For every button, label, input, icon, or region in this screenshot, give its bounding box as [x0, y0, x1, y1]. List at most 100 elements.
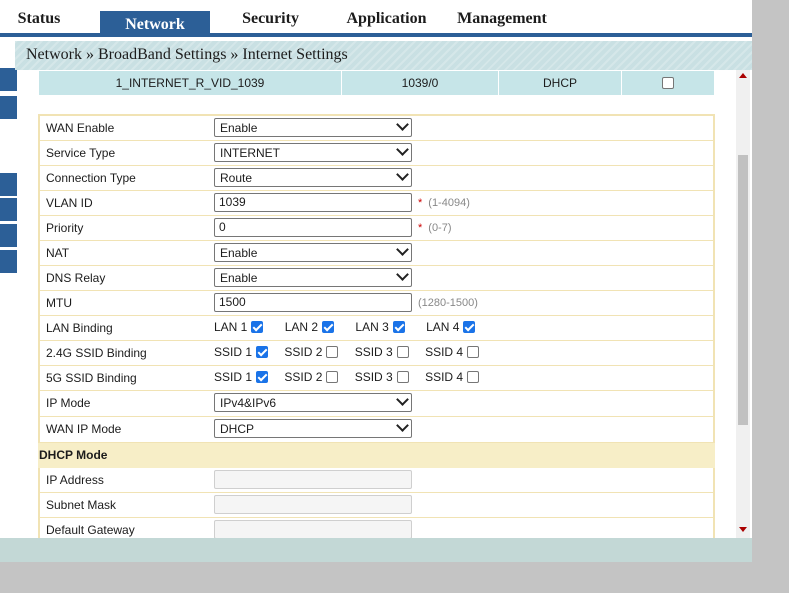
ssid24-4-checkbox[interactable]	[467, 346, 480, 358]
side-menu-item[interactable]	[0, 68, 17, 91]
wan-enable-select[interactable]: Enable	[214, 118, 412, 137]
wan-enable-label: WAN Enable	[46, 121, 115, 135]
chevron-down-icon	[396, 143, 409, 156]
dns-relay-label: DNS Relay	[46, 271, 106, 285]
side-menu-item[interactable]	[0, 224, 17, 247]
ssid5-4-option: SSID 4	[425, 370, 480, 384]
chevron-down-icon	[396, 243, 409, 256]
lan-1-option: LAN 1	[214, 320, 264, 334]
priority-hint: * (0-7)	[418, 222, 452, 234]
chevron-down-icon	[396, 393, 409, 406]
ssid24-3-checkbox[interactable]	[396, 346, 409, 358]
wan-ip-mode-cell: DHCP	[498, 70, 622, 96]
row-select-checkbox[interactable]	[662, 77, 674, 89]
ssid5-2-checkbox[interactable]	[326, 371, 339, 383]
ssid5-3-option: SSID 3	[355, 370, 409, 384]
ssid5-2-label: SSID 2	[284, 370, 323, 384]
chevron-down-icon	[396, 268, 409, 281]
side-menu-item[interactable]	[0, 250, 17, 273]
mtu-row: MTU 1500 (1280-1500)	[40, 291, 713, 316]
footer-bar	[0, 538, 752, 562]
breadcrumb: Network » BroadBand Settings » Internet …	[26, 46, 348, 63]
connection-type-label: Connection Type	[46, 171, 136, 185]
ip-address-row: IP Address	[40, 468, 713, 493]
wan-enable-row: WAN Enable Enable	[40, 116, 713, 141]
tab-security[interactable]: Security	[228, 8, 313, 37]
wan-settings-form: WAN Enable Enable Service Type INTERNET …	[38, 114, 715, 538]
scroll-down-arrow-icon[interactable]	[739, 527, 747, 532]
ip-address-field	[214, 470, 412, 489]
priority-range: (0-7)	[428, 222, 452, 234]
ssid5-3-checkbox[interactable]	[396, 371, 409, 383]
nat-row: NAT Enable	[40, 241, 713, 266]
top-navigation: Status Network Security Application Mana…	[0, 0, 752, 37]
side-menu-item[interactable]	[0, 173, 17, 196]
lan-4-checkbox[interactable]	[463, 321, 476, 333]
lan-1-checkbox[interactable]	[251, 321, 264, 333]
ssid24-2-option: SSID 2	[284, 345, 339, 359]
wan-name-cell: 1_INTERNET_R_VID_1039	[38, 70, 342, 96]
subnet-mask-label: Subnet Mask	[46, 498, 117, 512]
ssid24-binding-row: 2.4G SSID Binding SSID 1 SSID 2 SSID 3 S…	[40, 341, 713, 366]
chevron-down-icon	[396, 168, 409, 181]
vlan-id-range: (1-4094)	[428, 197, 470, 209]
scrollbar-thumb[interactable]	[738, 155, 748, 425]
side-menu-item[interactable]	[0, 198, 17, 221]
default-gateway-row: Default Gateway	[40, 518, 713, 538]
lan-2-checkbox[interactable]	[322, 321, 335, 333]
ssid5-4-label: SSID 4	[425, 370, 464, 384]
nat-select[interactable]: Enable	[214, 243, 412, 262]
dns-relay-value: Enable	[220, 271, 258, 285]
vlan-id-input[interactable]: 1039	[214, 193, 412, 212]
ssid5-1-checkbox[interactable]	[256, 371, 269, 383]
vlan-id-label: VLAN ID	[46, 196, 93, 210]
lan-3-option: LAN 3	[355, 320, 405, 334]
connection-type-row: Connection Type Route	[40, 166, 713, 191]
ssid24-1-checkbox[interactable]	[256, 346, 269, 358]
lan-4-option: LAN 4	[426, 320, 476, 334]
table-row[interactable]: 1_INTERNET_R_VID_1039 1039/0 DHCP	[38, 70, 715, 96]
wan-connection-table: 1_INTERNET_R_VID_1039 1039/0 DHCP	[38, 70, 715, 96]
default-gateway-field	[214, 520, 412, 538]
ssid24-binding-label: 2.4G SSID Binding	[46, 346, 147, 360]
vlan-id-hint: * (1-4094)	[418, 197, 470, 209]
tab-network[interactable]: Network	[100, 11, 210, 37]
mtu-label: MTU	[46, 296, 72, 310]
mtu-input[interactable]: 1500	[214, 293, 412, 312]
router-admin-window: Status Network Security Application Mana…	[0, 0, 752, 562]
lan-binding-row: LAN Binding LAN 1 LAN 2 LAN 3 LAN 4	[40, 316, 713, 341]
service-type-value: INTERNET	[220, 146, 280, 160]
ssid24-1-option: SSID 1	[214, 345, 269, 359]
ssid5-binding-group: SSID 1 SSID 2 SSID 3 SSID 4	[214, 370, 492, 384]
service-type-row: Service Type INTERNET	[40, 141, 713, 166]
default-gateway-label: Default Gateway	[46, 523, 135, 537]
wan-ip-mode-row: WAN IP Mode DHCP	[40, 417, 713, 443]
dns-relay-select[interactable]: Enable	[214, 268, 412, 287]
subnet-mask-field	[214, 495, 412, 514]
dhcp-mode-section-header: DHCP Mode	[38, 443, 715, 468]
lan-binding-label: LAN Binding	[46, 321, 113, 335]
ssid5-1-option: SSID 1	[214, 370, 269, 384]
lan-3-checkbox[interactable]	[392, 321, 405, 333]
ip-mode-select[interactable]: IPv4&IPv6	[214, 393, 412, 412]
scroll-up-arrow-icon[interactable]	[739, 73, 747, 78]
tab-status[interactable]: Status	[0, 8, 78, 37]
tab-management[interactable]: Management	[452, 8, 552, 37]
priority-input[interactable]: 0	[214, 218, 412, 237]
settings-content: 1_INTERNET_R_VID_1039 1039/0 DHCP WAN En…	[38, 70, 715, 538]
service-type-select[interactable]: INTERNET	[214, 143, 412, 162]
breadcrumb-bar: Network » BroadBand Settings » Internet …	[15, 41, 752, 70]
wan-ip-mode-select[interactable]: DHCP	[214, 419, 412, 438]
ssid24-binding-group: SSID 1 SSID 2 SSID 3 SSID 4	[214, 345, 492, 359]
chevron-down-icon	[396, 118, 409, 131]
ssid24-2-checkbox[interactable]	[326, 346, 339, 358]
vertical-scrollbar[interactable]	[736, 70, 750, 538]
tab-application[interactable]: Application	[335, 8, 438, 37]
ssid5-binding-row: 5G SSID Binding SSID 1 SSID 2 SSID 3 SSI…	[40, 366, 713, 391]
ip-mode-label: IP Mode	[46, 396, 91, 410]
ssid5-4-checkbox[interactable]	[467, 371, 480, 383]
priority-label: Priority	[46, 221, 84, 235]
side-menu-item[interactable]	[0, 96, 17, 119]
connection-type-select[interactable]: Route	[214, 168, 412, 187]
dns-relay-row: DNS Relay Enable	[40, 266, 713, 291]
